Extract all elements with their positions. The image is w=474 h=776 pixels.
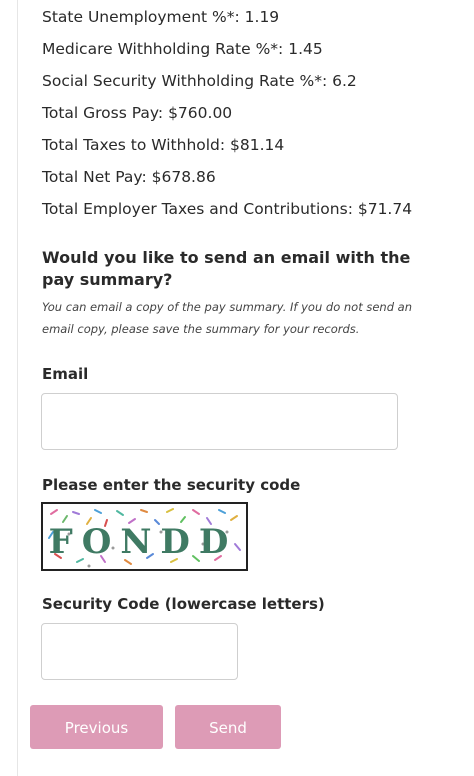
left-border	[17, 0, 18, 776]
total-taxes-line: Total Taxes to Withhold: $81.14	[42, 136, 285, 154]
previous-button[interactable]: Previous	[30, 705, 163, 749]
medicare-rate-line: Medicare Withholding Rate %*: 1.45	[42, 40, 323, 58]
send-button[interactable]: Send	[175, 705, 281, 749]
email-input[interactable]	[41, 393, 398, 450]
security-code-input[interactable]	[41, 623, 238, 680]
email-section-heading: Would you like to send an email with the…	[42, 248, 411, 289]
state-unemployment-line: State Unemployment %*: 1.19	[42, 8, 280, 26]
total-employer-line: Total Employer Taxes and Contributions: …	[42, 200, 413, 218]
email-section-note: You can email a copy of the pay summary.…	[42, 300, 413, 336]
email-label: Email	[42, 365, 89, 383]
captcha-text: FONDD	[49, 522, 238, 562]
security-code-heading: Please enter the security code	[42, 476, 301, 494]
total-net-pay-line: Total Net Pay: $678.86	[42, 168, 216, 186]
total-gross-pay-line: Total Gross Pay: $760.00	[42, 104, 233, 122]
captcha-image: FONDD	[41, 502, 248, 571]
social-security-rate-line: Social Security Withholding Rate %*: 6.2	[42, 72, 357, 90]
security-code-label: Security Code (lowercase letters)	[42, 595, 325, 613]
